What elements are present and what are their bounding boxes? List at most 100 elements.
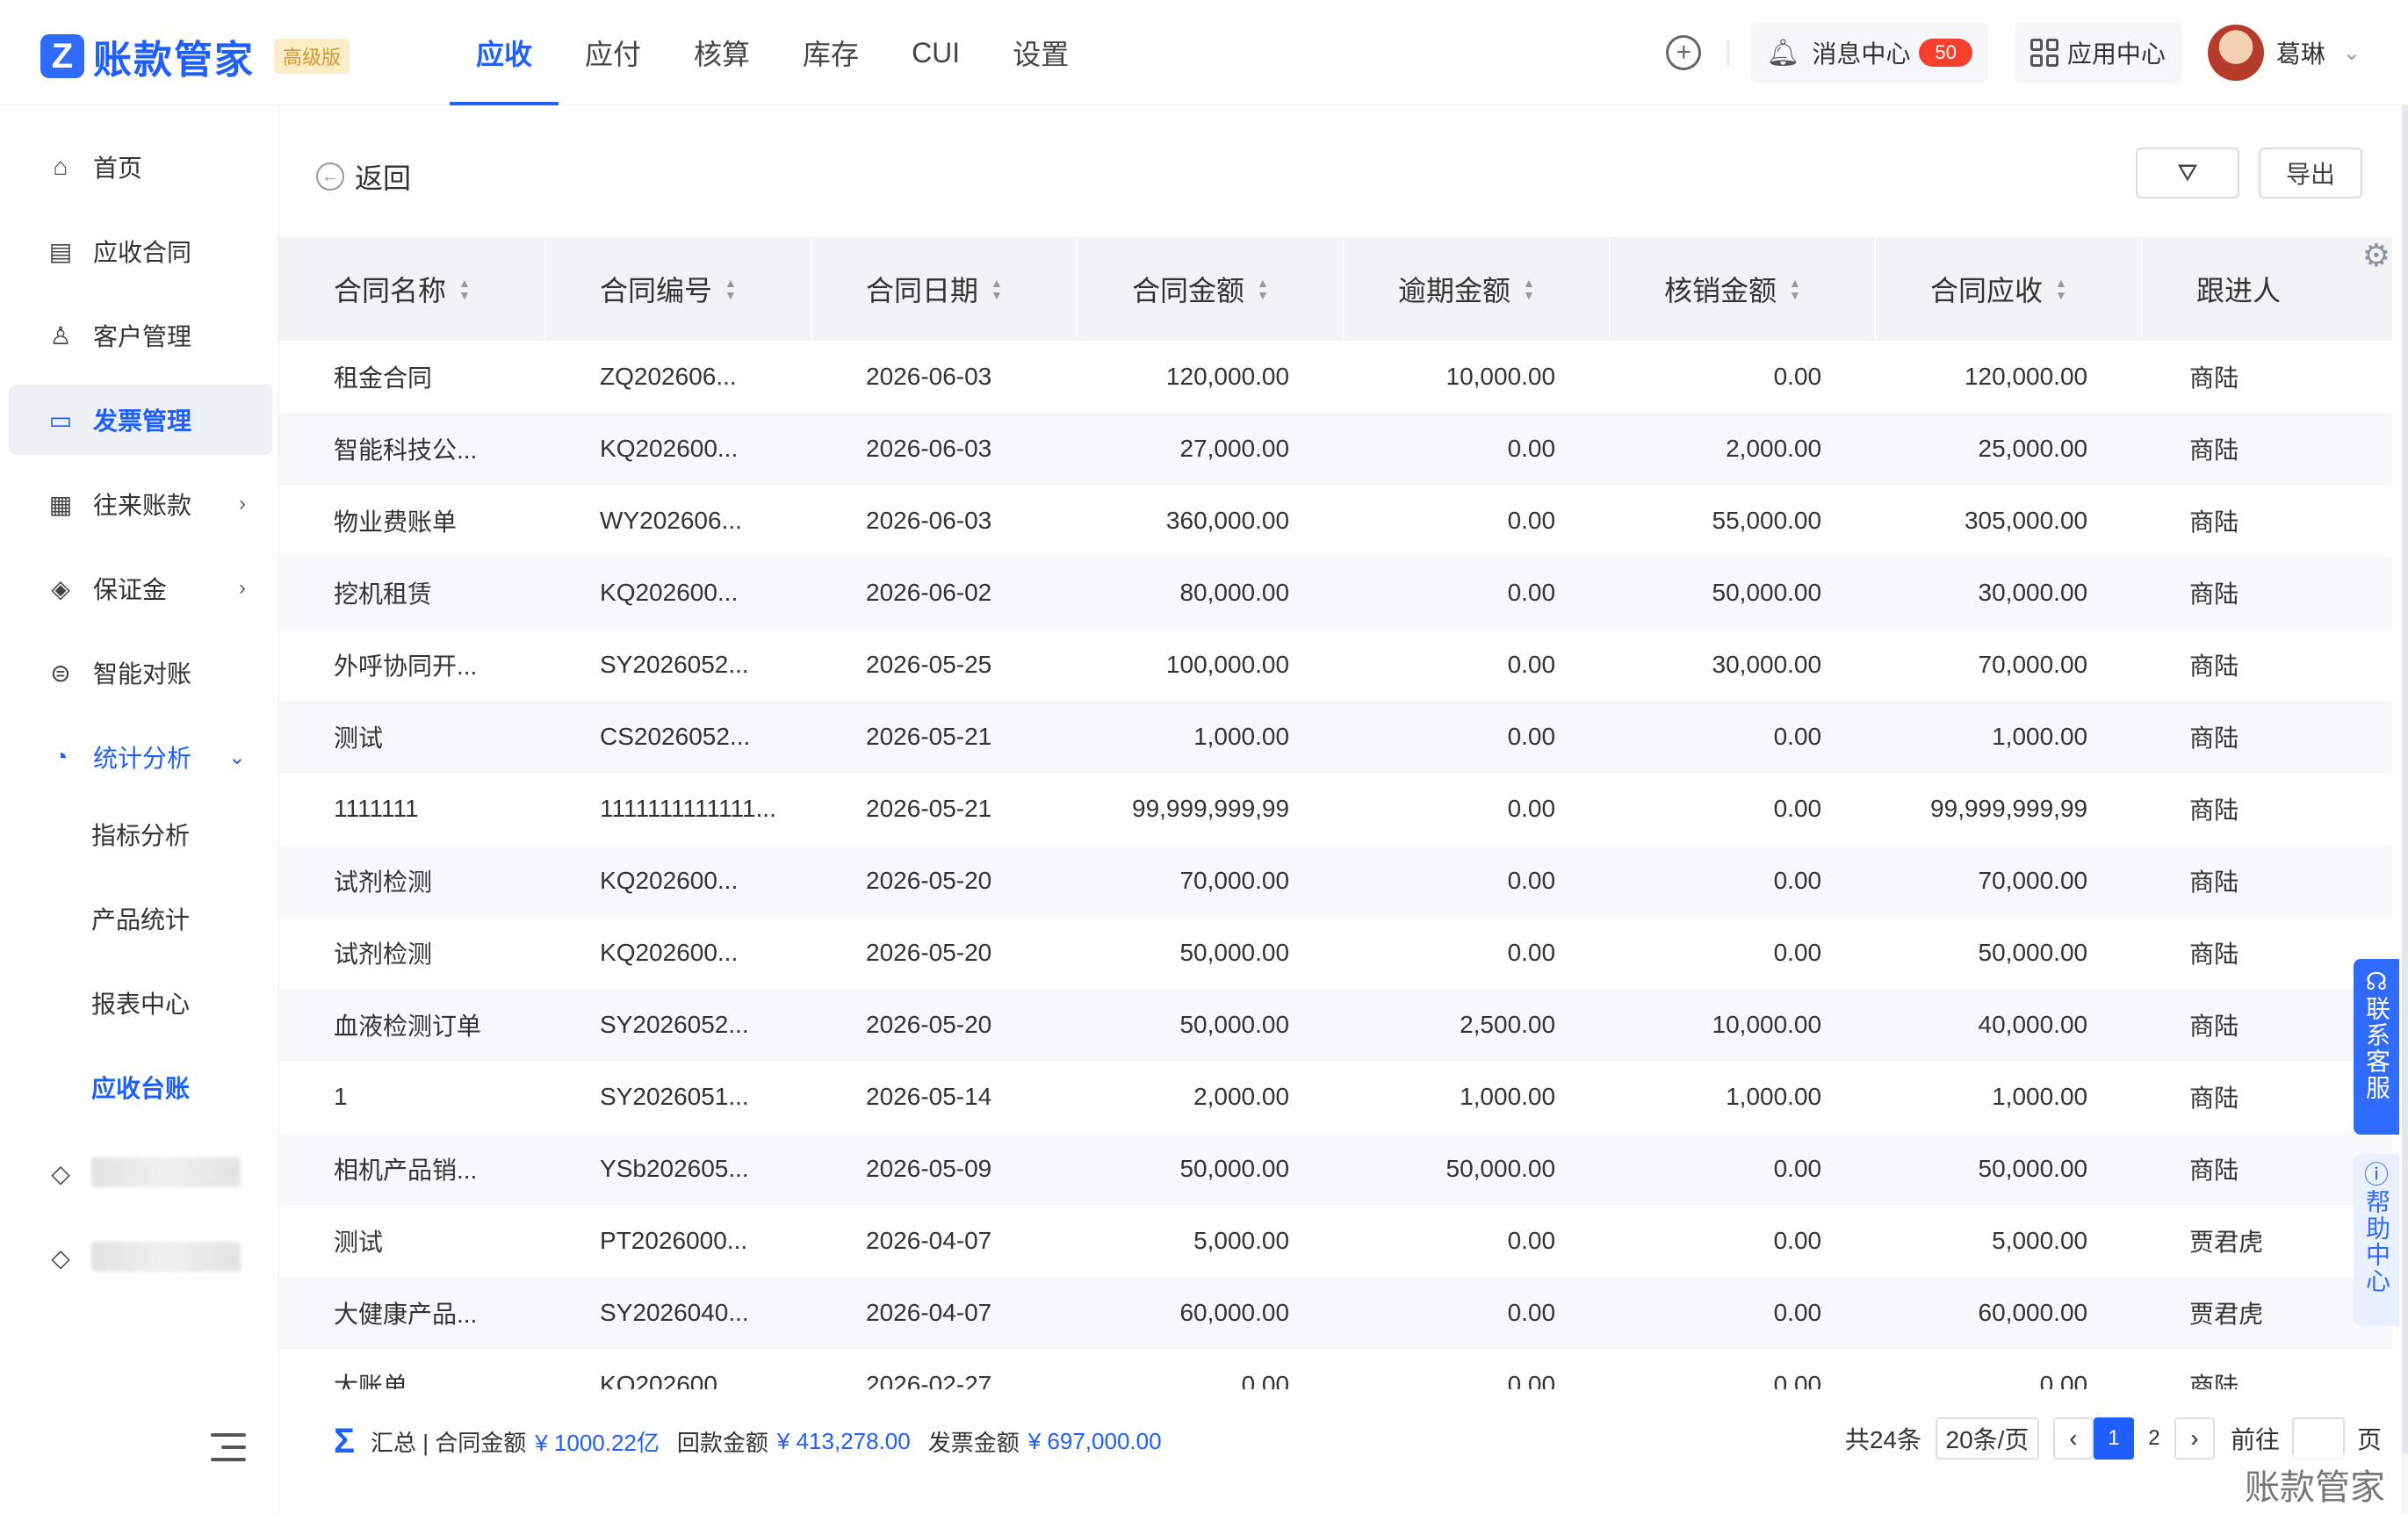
table-body: 租金合同 ZQ202606... 2026-06-03 120,000.00 10,00… xyxy=(279,341,2392,1421)
sort-icon[interactable]: ▲ ▼ xyxy=(458,277,471,301)
column-header[interactable]: 跟进人 xyxy=(2142,237,2392,341)
column-header[interactable]: 合同名称 ▲ ▼ xyxy=(279,237,545,341)
column-header[interactable]: 逾期金额 ▲ ▼ xyxy=(1344,237,1610,341)
column-header[interactable]: 核销金额 ▲ ▼ xyxy=(1610,237,1876,341)
table-row[interactable]: 测试 PT2026000... 2026-04-07 5,000.00 0.00 0.00… xyxy=(279,1205,2392,1277)
sort-icon[interactable]: ▲ ▼ xyxy=(2055,277,2067,301)
help-center-button[interactable]: ⓘ 帮助中心 xyxy=(2354,1154,2399,1326)
table-cell: 1111111 xyxy=(334,795,419,822)
plus-circle-icon[interactable]: + xyxy=(1666,35,1702,70)
goto-page-input[interactable] xyxy=(2291,1417,2345,1460)
table-cell: 测试 xyxy=(334,1229,384,1256)
nav-tab-receivable[interactable]: 应收 xyxy=(450,0,559,105)
prev-page-button[interactable]: ‹ xyxy=(2052,1417,2094,1460)
app-center-button[interactable]: 应用中心 xyxy=(2014,22,2181,83)
table-row[interactable]: 外呼协同开... SY2026052... 2026-05-25 100,000.00… xyxy=(279,629,2392,701)
nav-tab-cui[interactable]: CUI xyxy=(885,0,986,105)
sidebar-sub-metrics[interactable]: 指标分析 xyxy=(91,808,190,861)
page-button-2[interactable]: 2 xyxy=(2134,1417,2174,1460)
table-cell: 0.00 xyxy=(1507,579,1556,606)
table-row[interactable]: 物业费账单 WY202606... 2026-06-03 360,000.00 0.00… xyxy=(279,485,2392,557)
sigma-icon: Σ xyxy=(334,1421,356,1460)
sidebar-item-reconcile[interactable]: ⊜ 智能对账 xyxy=(9,638,272,708)
table-row[interactable]: 血液检测订单 SY2026052... 2026-05-20 50,000.00 2,5… xyxy=(279,989,2392,1061)
sidebar-item-deposit[interactable]: ◈ 保证金 › xyxy=(9,553,272,624)
sidebar-sub-reports[interactable]: 报表中心 xyxy=(91,977,190,1029)
nav-tab-settings[interactable]: 设置 xyxy=(986,0,1095,105)
chevron-down-icon[interactable]: ⌄ xyxy=(2343,40,2361,66)
table-cell: 商陆 xyxy=(2189,725,2239,752)
sort-icon[interactable]: ▲ ▼ xyxy=(1523,277,1535,301)
table-cell: 2026-05-20 xyxy=(866,867,992,894)
column-header[interactable]: 合同编号 ▲ ▼ xyxy=(545,237,811,341)
sidebar-item-ledger[interactable]: ▦ 往来账款 › xyxy=(9,469,272,539)
table-row[interactable]: 1111111 1111111111111... 2026-05-21 99,999,… xyxy=(279,773,2392,845)
page-size-select[interactable]: 20条/页 xyxy=(1935,1417,2039,1460)
sidebar-item-home[interactable]: ⌂ 首页 xyxy=(9,132,272,202)
sidebar-item-customers[interactable]: ♙ 客户管理 xyxy=(9,300,272,371)
export-button[interactable]: 导出 xyxy=(2259,148,2362,198)
nav-tab-payable[interactable]: 应付 xyxy=(559,0,667,105)
bell-icon: 🔔︎ xyxy=(1766,38,1800,68)
logo[interactable]: Z 账款管家 高级版 xyxy=(40,28,350,84)
divider xyxy=(1727,40,1730,66)
nav-tab-accounting[interactable]: 核算 xyxy=(667,0,776,105)
table-cell: 30,000.00 xyxy=(1978,579,2088,606)
table-row[interactable]: 1 SY2026051... 2026-05-14 2,000.00 1,000.00 1… xyxy=(279,1061,2392,1133)
back-button[interactable]: ← 返回 xyxy=(316,156,411,197)
table-row[interactable]: 大健康产品... SY2026040... 2026-04-07 60,000.00 0… xyxy=(279,1277,2392,1349)
table-cell: 试剂检测 xyxy=(334,869,433,896)
sort-icon[interactable]: ▲ ▼ xyxy=(725,277,737,301)
table-cell: 1,000.00 xyxy=(1992,1083,2088,1110)
message-center-button[interactable]: 🔔︎ 消息中心 50 xyxy=(1750,22,1988,83)
table-cell: 10,000.00 xyxy=(1446,363,1556,390)
sidebar-sub-receivable-ledger[interactable]: 应收台账 xyxy=(91,1061,190,1114)
table-cell: 70,000.00 xyxy=(1978,651,2088,678)
next-page-button[interactable]: › xyxy=(2174,1417,2215,1460)
contact-service-button[interactable]: ☊ 联系客服 xyxy=(2354,959,2399,1135)
page-button-1[interactable]: 1 xyxy=(2093,1417,2134,1460)
table-row[interactable]: 试剂检测 KQ202600... 2026-05-20 50,000.00 0.00 0.… xyxy=(279,917,2392,989)
sidebar-item-invoices[interactable]: ▭ 发票管理 xyxy=(9,385,272,455)
table-cell: 50,000.00 xyxy=(1179,939,1290,966)
collapse-sidebar-icon[interactable] xyxy=(211,1433,246,1461)
table-row[interactable]: 相机产品销... YSb202605... 2026-05-09 50,000.00 5… xyxy=(279,1133,2392,1205)
avatar[interactable] xyxy=(2207,25,2264,81)
sidebar-item-contracts[interactable]: ▤ 应收合同 xyxy=(9,216,272,286)
page-scrollbar[interactable] xyxy=(2402,105,2408,1514)
column-header[interactable]: 合同日期 ▲ ▼ xyxy=(811,237,1078,341)
user-name[interactable]: 葛琳 xyxy=(2276,35,2325,70)
sidebar-sub-products[interactable]: 产品统计 xyxy=(91,892,190,945)
chevron-down-icon: ⌄ xyxy=(227,745,246,769)
page-suffix: 页 xyxy=(2356,1426,2382,1453)
column-header-label: 合同金额 xyxy=(1132,275,1245,306)
gear-icon[interactable]: ⚙ xyxy=(2362,237,2390,274)
goto-label: 前往 xyxy=(2230,1426,2280,1453)
table-row[interactable]: 智能科技公... KQ202600... 2026-06-03 27,000.00 0.… xyxy=(279,413,2392,485)
sort-icon[interactable]: ▲ ▼ xyxy=(991,277,1003,301)
table-cell: CS2026052... xyxy=(600,723,751,750)
table-cell: 40,000.00 xyxy=(1978,1011,2088,1038)
filter-button[interactable]: ⛛ xyxy=(2136,148,2239,198)
sidebar-item-statistics[interactable]: ◔ 统计分析 ⌄ xyxy=(9,722,272,792)
table-cell: 70,000.00 xyxy=(1978,867,2088,894)
table-cell: 智能科技公... xyxy=(334,436,478,464)
table-row[interactable]: 测试 CS2026052... 2026-05-21 1,000.00 0.00 0.00… xyxy=(279,701,2392,773)
user-icon: ♙ xyxy=(49,321,72,350)
table-cell: 360,000.00 xyxy=(1165,507,1290,534)
table-row[interactable]: 挖机租赁 KQ202600... 2026-06-02 80,000.00 0.00 50… xyxy=(279,557,2392,629)
nav-tab-inventory[interactable]: 库存 xyxy=(776,0,885,105)
table-cell: PT2026000... xyxy=(600,1227,748,1254)
grid-icon xyxy=(2029,39,2058,67)
table-cell: 99,999,999,99 xyxy=(1930,795,2088,822)
sort-icon[interactable]: ▲ ▼ xyxy=(1789,277,1801,301)
table-cell: 1111111111111... xyxy=(600,795,776,822)
column-header[interactable]: 合同金额 ▲ ▼ xyxy=(1078,237,1344,341)
back-label: 返回 xyxy=(355,162,412,194)
table-row[interactable]: 试剂检测 KQ202600... 2026-05-20 70,000.00 0.00 0.… xyxy=(279,845,2392,917)
sort-icon[interactable]: ▲ ▼ xyxy=(1257,277,1269,301)
deposit-icon: ◈ xyxy=(51,574,70,602)
table-row[interactable]: 租金合同 ZQ202606... 2026-06-03 120,000.00 10,00… xyxy=(279,341,2392,413)
table-cell: 2026-05-25 xyxy=(866,651,992,678)
column-header[interactable]: 合同应收 ▲ ▼ xyxy=(1876,237,2142,341)
